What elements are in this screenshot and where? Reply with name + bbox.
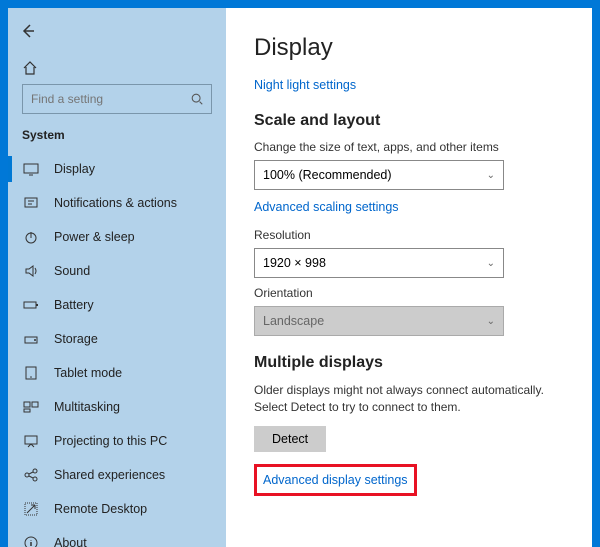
sidebar-item-battery[interactable]: Battery — [8, 288, 226, 322]
sidebar-item-notifications[interactable]: Notifications & actions — [8, 186, 226, 220]
sidebar-item-remote[interactable]: Remote Desktop — [8, 492, 226, 526]
sidebar-item-power[interactable]: Power & sleep — [8, 220, 226, 254]
sidebar-item-tablet[interactable]: Tablet mode — [8, 356, 226, 390]
orientation-value: Landscape — [263, 314, 324, 328]
scale-heading: Scale and layout — [254, 112, 564, 130]
search-icon — [190, 92, 204, 106]
sidebar-item-label: Notifications & actions — [54, 196, 177, 210]
display-icon — [22, 160, 40, 178]
chevron-down-icon: ⌄ — [487, 258, 495, 269]
detect-button[interactable]: Detect — [254, 426, 326, 452]
highlight-annotation: Advanced display settings — [254, 464, 417, 496]
home-icon — [22, 60, 38, 76]
resolution-label: Resolution — [254, 228, 564, 242]
sidebar-item-storage[interactable]: Storage — [8, 322, 226, 356]
sidebar-heading: System — [8, 124, 226, 152]
arrow-left-icon — [20, 23, 36, 39]
orientation-label: Orientation — [254, 286, 564, 300]
back-button[interactable] — [10, 16, 46, 46]
shared-icon — [22, 466, 40, 484]
text-size-label: Change the size of text, apps, and other… — [254, 140, 564, 154]
night-light-link[interactable]: Night light settings — [254, 78, 356, 92]
resolution-value: 1920 × 998 — [263, 256, 326, 270]
advanced-display-link[interactable]: Advanced display settings — [263, 473, 408, 487]
page-title: Display — [254, 34, 564, 62]
battery-icon — [22, 296, 40, 314]
sidebar-item-sound[interactable]: Sound — [8, 254, 226, 288]
multiple-displays-heading: Multiple displays — [254, 354, 564, 372]
sound-icon — [22, 262, 40, 280]
notifications-icon — [22, 194, 40, 212]
sidebar-item-projecting[interactable]: Projecting to this PC — [8, 424, 226, 458]
multiple-displays-body: Older displays might not always connect … — [254, 382, 564, 416]
projecting-icon — [22, 432, 40, 450]
sidebar-item-label: Storage — [54, 332, 98, 346]
chevron-down-icon: ⌄ — [487, 170, 495, 181]
text-size-dropdown[interactable]: 100% (Recommended) ⌄ — [254, 160, 504, 190]
sidebar-item-label: Tablet mode — [54, 366, 122, 380]
home-button[interactable] — [8, 52, 226, 84]
text-size-value: 100% (Recommended) — [263, 168, 392, 182]
orientation-dropdown: Landscape ⌄ — [254, 306, 504, 336]
sidebar-item-label: Projecting to this PC — [54, 434, 167, 448]
tablet-icon — [22, 364, 40, 382]
sidebar-item-shared[interactable]: Shared experiences — [8, 458, 226, 492]
remote-icon — [22, 500, 40, 518]
sidebar-item-multitasking[interactable]: Multitasking — [8, 390, 226, 424]
sidebar-item-about[interactable]: About — [8, 526, 226, 547]
advanced-scaling-link[interactable]: Advanced scaling settings — [254, 200, 399, 214]
sidebar-item-label: Power & sleep — [54, 230, 135, 244]
sidebar-item-display[interactable]: Display — [8, 152, 226, 186]
search-input[interactable] — [22, 84, 212, 114]
power-icon — [22, 228, 40, 246]
about-icon — [22, 534, 40, 547]
chevron-down-icon: ⌄ — [487, 316, 495, 327]
storage-icon — [22, 330, 40, 348]
sidebar-item-label: Display — [54, 162, 95, 176]
sidebar-item-label: Remote Desktop — [54, 502, 147, 516]
resolution-dropdown[interactable]: 1920 × 998 ⌄ — [254, 248, 504, 278]
multitasking-icon — [22, 398, 40, 416]
sidebar-item-label: Battery — [54, 298, 94, 312]
sidebar-item-label: About — [54, 536, 87, 547]
sidebar-item-label: Shared experiences — [54, 468, 165, 482]
sidebar-item-label: Sound — [54, 264, 90, 278]
sidebar-item-label: Multitasking — [54, 400, 120, 414]
